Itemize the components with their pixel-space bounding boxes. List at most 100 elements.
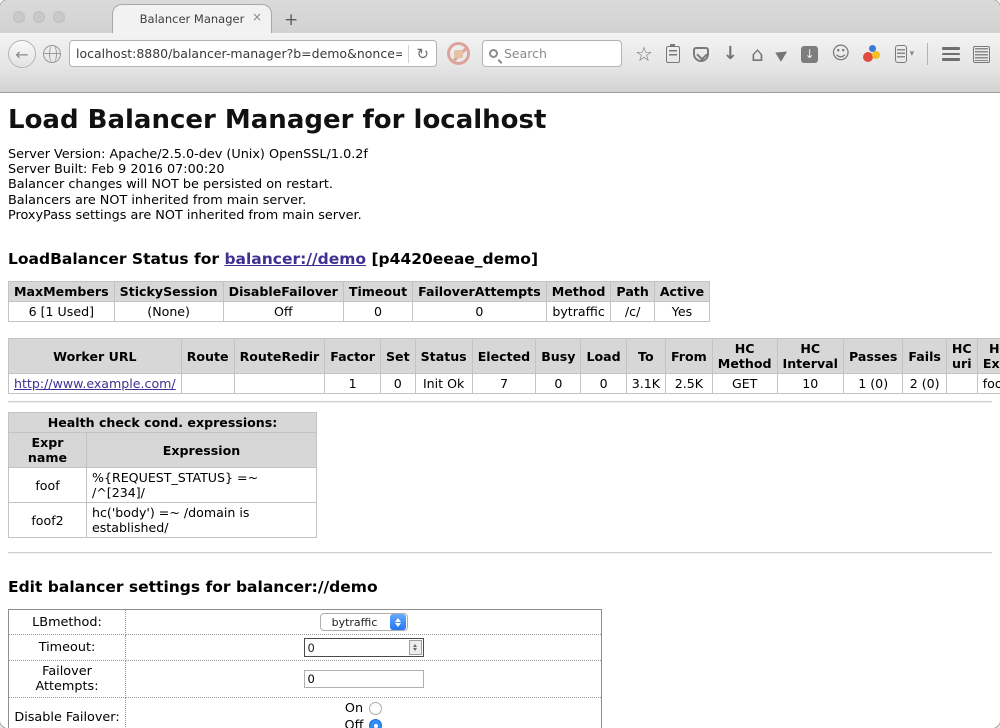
form-row-failover: Failover Attempts: — [9, 661, 602, 698]
back-button[interactable]: ← — [8, 40, 36, 68]
col-routeredir: RouteRedir — [234, 339, 325, 374]
timeout-value: 0 — [305, 641, 409, 655]
battery-icon — [895, 45, 907, 63]
col-hc-method: HC Method — [712, 339, 777, 374]
cell-factor: 1 — [325, 374, 381, 394]
loadbalancer-status-heading: LoadBalancer Status for balancer://demo … — [8, 250, 992, 268]
chevron-down-icon: ▾ — [910, 49, 915, 59]
pocket-icon[interactable] — [693, 47, 709, 62]
col-elected: Elected — [472, 339, 536, 374]
zoom-window-button[interactable] — [53, 11, 65, 23]
reload-icon[interactable]: ↻ — [409, 45, 436, 63]
col-set: Set — [380, 339, 415, 374]
section-divider — [8, 401, 992, 403]
select-stepper-icon — [390, 614, 406, 630]
col-hc-uri: HC uri — [946, 339, 977, 374]
cell-from: 2.5K — [665, 374, 712, 394]
col-load: Load — [581, 339, 626, 374]
col-hc-expr: HC Expr — [977, 339, 1000, 374]
search-icon — [489, 49, 498, 58]
health-check-table: Health check cond. expressions: Expr nam… — [8, 412, 317, 538]
cell-to: 3.1K — [626, 374, 665, 394]
cell-passes: 1 (0) — [843, 374, 902, 394]
cell-expression: hc('body') =~ /domain is established/ — [87, 503, 317, 538]
failover-attempts-input[interactable] — [304, 670, 424, 688]
pages-grid-icon[interactable] — [973, 46, 990, 63]
cell-expr-name: foof2 — [9, 503, 87, 538]
status-heading-suffix: [p4420eeae_demo] — [366, 250, 538, 268]
worker-url-link[interactable]: http://www.example.com/ — [14, 376, 176, 391]
cell-stickysession: (None) — [114, 302, 223, 322]
cell-maxmembers: 6 [1 Used] — [9, 302, 115, 322]
form-row-disable-failover: Disable Failover: On Off — [9, 698, 602, 728]
form-row-lbmethod: LBmethod: bytraffic — [9, 610, 602, 635]
balancer-status-table: MaxMembers StickySession DisableFailover… — [8, 281, 710, 322]
table-row: http://www.example.com/ 1 0 Init Ok 7 0 … — [9, 374, 1000, 394]
col-expr-name: Expr name — [9, 433, 87, 468]
cell-active: Yes — [654, 302, 709, 322]
col-busy: Busy — [536, 339, 581, 374]
cell-hc-expr: foof2 — [977, 374, 1000, 394]
send-tab-icon[interactable]: ▶ — [774, 44, 792, 63]
col-stickysession: StickySession — [114, 282, 223, 302]
health-table-title: Health check cond. expressions: — [9, 413, 317, 433]
cell-disablefailover: Off — [223, 302, 343, 322]
balancer-demo-link[interactable]: balancer://demo — [224, 250, 366, 268]
section-divider — [8, 552, 992, 554]
battery-widget[interactable]: ▾ — [895, 45, 915, 63]
col-hc-interval: HC Interval — [777, 339, 843, 374]
url-bar[interactable]: ↻ — [69, 40, 437, 67]
table-header-row: Worker URL Route RouteRedir Factor Set S… — [9, 339, 1000, 374]
col-failoverattempts: FailoverAttempts — [413, 282, 547, 302]
tab-balancer-manager[interactable]: Balancer Manager × — [112, 4, 272, 33]
col-passes: Passes — [843, 339, 902, 374]
search-bar[interactable] — [482, 40, 622, 67]
timeout-input[interactable]: 0 — [304, 638, 424, 657]
tab-close-icon[interactable]: × — [252, 11, 262, 23]
radio-off-label: Off — [345, 718, 364, 728]
navigation-toolbar: ← ↻ ☆ ↓ ⌂ ▶ ↓ ☺ ▾ — [0, 33, 1000, 93]
menu-hamburger-icon[interactable] — [942, 47, 960, 61]
site-identity-globe-icon[interactable] — [43, 45, 61, 63]
col-factor: Factor — [325, 339, 381, 374]
window-controls[interactable] — [13, 11, 65, 23]
close-window-button[interactable] — [13, 11, 25, 23]
tab-bar: Balancer Manager × + — [0, 0, 1000, 33]
lbmethod-label: LBmethod: — [9, 610, 126, 635]
table-row: foof %{REQUEST_STATUS} =~ /^[234]/ — [9, 468, 317, 503]
content-blocker-icon[interactable] — [447, 42, 470, 65]
bookmark-star-icon[interactable]: ☆ — [635, 44, 653, 64]
reading-list-icon[interactable] — [666, 46, 680, 63]
radio-off[interactable] — [369, 719, 382, 728]
search-input[interactable] — [498, 46, 615, 61]
tab-title: Balancer Manager — [140, 12, 245, 26]
minimize-window-button[interactable] — [33, 11, 45, 23]
new-tab-button[interactable]: + — [284, 10, 298, 30]
browser-window: Balancer Manager × + ← ↻ ☆ ↓ ⌂ ▶ ↓ ☺ — [0, 0, 1000, 728]
extension-dots-icon[interactable] — [863, 45, 881, 63]
server-version-line: Server Version: Apache/2.5.0-dev (Unix) … — [8, 147, 992, 162]
downloads-icon[interactable]: ↓ — [723, 45, 738, 63]
cell-path: /c/ — [611, 302, 654, 322]
col-expression: Expression — [87, 433, 317, 468]
chat-smiley-icon[interactable]: ☺ — [831, 45, 850, 63]
lbmethod-selected-value: bytraffic — [321, 616, 389, 629]
cell-expression: %{REQUEST_STATUS} =~ /^[234]/ — [87, 468, 317, 503]
col-disablefailover: DisableFailover — [223, 282, 343, 302]
col-path: Path — [611, 282, 654, 302]
save-page-icon[interactable]: ↓ — [801, 46, 818, 63]
home-icon[interactable]: ⌂ — [751, 44, 764, 64]
table-row: 6 [1 Used] (None) Off 0 0 bytraffic /c/ … — [9, 302, 710, 322]
cell-failoverattempts: 0 — [413, 302, 547, 322]
failover-attempts-label: Failover Attempts: — [9, 661, 126, 698]
cell-routeredir — [234, 374, 325, 394]
cell-hc-uri — [946, 374, 977, 394]
cell-elected: 7 — [472, 374, 536, 394]
radio-on[interactable] — [369, 702, 382, 715]
lbmethod-select[interactable]: bytraffic — [320, 613, 408, 631]
page-title: Load Balancer Manager for localhost — [8, 93, 992, 135]
url-input[interactable] — [70, 46, 408, 61]
proxypass-note-line: ProxyPass settings are NOT inherited fro… — [8, 208, 992, 223]
cell-load: 0 — [581, 374, 626, 394]
number-stepper-icon[interactable] — [409, 640, 422, 655]
